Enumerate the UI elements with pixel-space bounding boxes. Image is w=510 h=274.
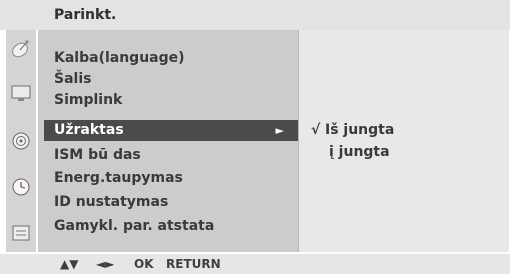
- clock-icon[interactable]: [6, 170, 36, 204]
- menu-item-label: Šalis: [54, 71, 92, 87]
- menu-item-country[interactable]: Šalis: [54, 69, 284, 90]
- ok-hint: OK: [134, 257, 154, 271]
- menu-item-label: Simplink: [54, 92, 123, 108]
- menu-item-power-saving[interactable]: Energ.taupymas: [54, 168, 284, 189]
- sidebar-icons: [6, 30, 36, 252]
- option-on[interactable]: į jungta: [329, 144, 390, 160]
- submenu-arrow-icon: ►: [275, 124, 284, 137]
- menu-item-lock[interactable]: Užraktas ►: [44, 120, 298, 141]
- menu-item-simplink[interactable]: Simplink: [54, 90, 284, 111]
- settings-box-icon[interactable]: [6, 216, 36, 250]
- check-mark-icon: √: [311, 122, 321, 138]
- menu-item-label: Kalba(language): [54, 50, 185, 66]
- return-hint: RETURN: [166, 257, 221, 271]
- main-menu: Kalba(language) Šalis Simplink Užraktas …: [38, 30, 298, 252]
- menu-item-label: Energ.taupymas: [54, 170, 183, 186]
- submenu-panel: √ Iš jungta į jungta: [298, 30, 509, 252]
- menu-item-label: Gamykl. par. atstata: [54, 218, 215, 234]
- page-title: Parinkt.: [54, 7, 117, 23]
- speaker-icon[interactable]: [6, 124, 36, 158]
- menu-item-label: Užraktas: [54, 122, 124, 138]
- nav-updown-icon: ▲▼: [60, 257, 79, 271]
- menu-item-set-id[interactable]: ID nustatymas: [54, 192, 284, 213]
- menu-item-language[interactable]: Kalba(language): [54, 48, 284, 69]
- satellite-dish-icon[interactable]: [6, 32, 36, 66]
- option-off[interactable]: Iš jungta: [325, 122, 394, 138]
- title-bar: Parinkt.: [0, 0, 510, 30]
- menu-item-ism-mode[interactable]: ISM bū das: [54, 145, 284, 166]
- footer-hints: ▲▼ ◄► OK RETURN: [0, 254, 510, 274]
- menu-item-label: ISM bū das: [54, 147, 141, 163]
- nav-leftright-icon: ◄►: [96, 257, 115, 271]
- menu-item-label: ID nustatymas: [54, 194, 169, 210]
- menu-item-factory-reset[interactable]: Gamykl. par. atstata: [54, 216, 284, 237]
- tv-screen-icon[interactable]: [6, 76, 36, 110]
